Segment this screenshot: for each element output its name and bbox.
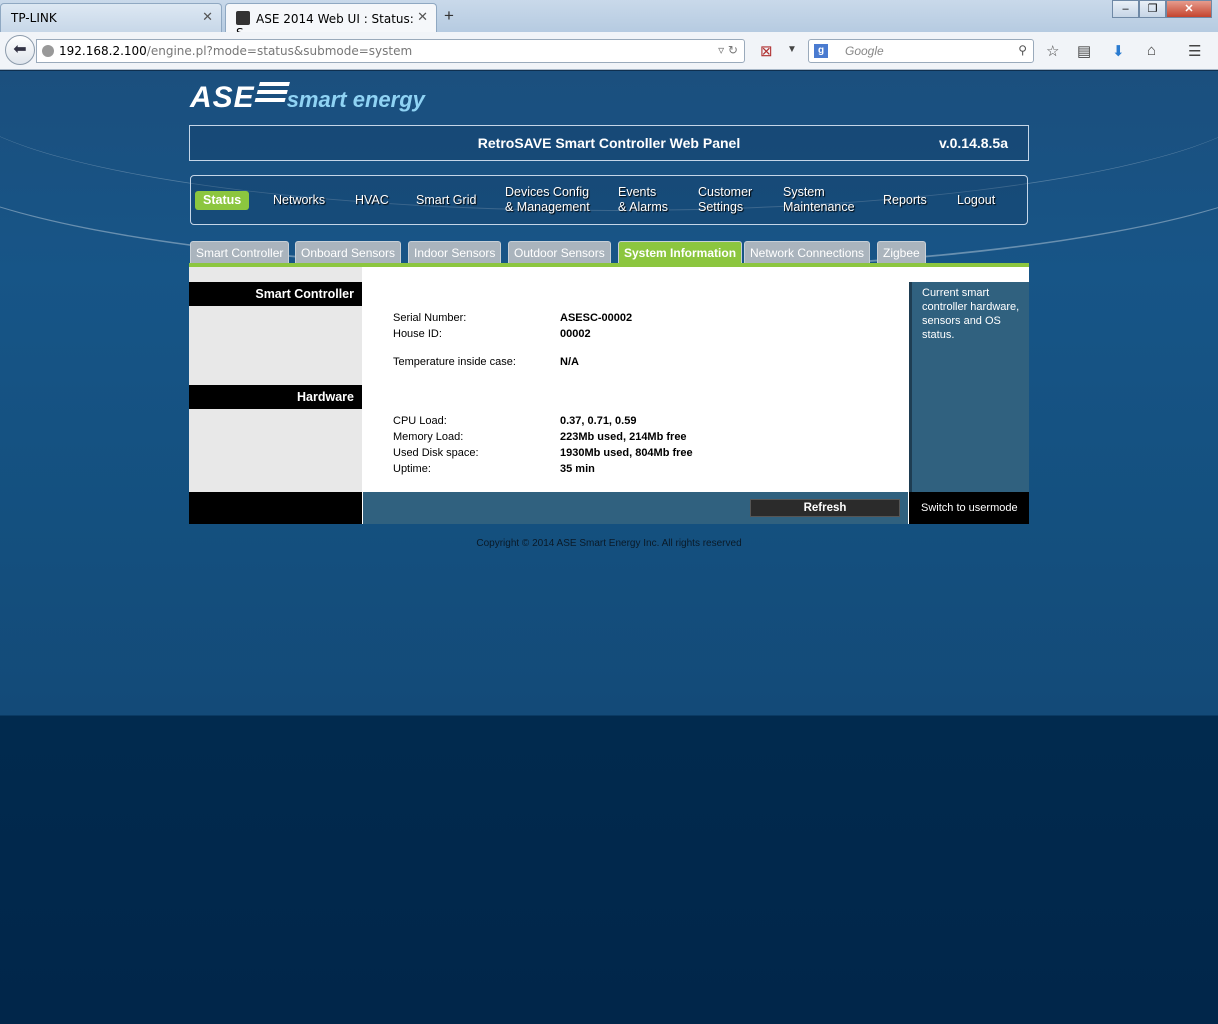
house-label: House ID: (393, 328, 442, 340)
serial-value: ASESC-00002 (560, 312, 633, 324)
close-tab-icon[interactable]: ✕ (417, 10, 428, 25)
logo-ase-text: ASE (190, 81, 255, 114)
nav-label: Events (618, 185, 657, 199)
nav-customer-settings[interactable]: Customer Settings (698, 185, 752, 215)
nav-label: Settings (698, 200, 744, 214)
logo-tagline: smart energy (286, 87, 425, 112)
url-host: 192.168.2.100 (59, 44, 147, 58)
refresh-button[interactable]: Refresh (750, 499, 900, 517)
ase-logo: ASE smart energy (190, 81, 425, 115)
nav-label: HVAC (355, 193, 389, 207)
window-close-icon[interactable]: ✕ (1166, 0, 1212, 18)
copyright-footer: Copyright © 2014 ASE Smart Energy Inc. A… (476, 538, 742, 549)
browser-tab-ase[interactable]: ASE 2014 Web UI : Status: S... ✕ (225, 3, 437, 40)
nav-label: Logout (957, 193, 996, 207)
tab-indoor-sensors[interactable]: Indoor Sensors (408, 241, 502, 263)
nav-label: Maintenance (783, 200, 855, 214)
nav-hvac[interactable]: HVAC (355, 193, 389, 208)
help-text: Current smart controller hardware, senso… (922, 287, 1020, 341)
menu-icon[interactable]: ☰ (1188, 42, 1201, 60)
nav-system-maintenance[interactable]: System Maintenance (783, 185, 855, 215)
logo-bars-icon (253, 82, 290, 104)
tab-network-connections[interactable]: Network Connections (744, 241, 871, 263)
browser-navbar: ⬅ 192.168.2.100/engine.pl?mode=status&su… (0, 32, 1218, 70)
adblock-icon[interactable]: ⊠ (760, 42, 773, 60)
browser-tab-tplink[interactable]: TP-LINK ✕ (0, 3, 222, 32)
nav-reports[interactable]: Reports (883, 193, 927, 208)
bookmark-star-icon[interactable]: ☆ (1046, 42, 1059, 60)
nav-events-alarms[interactable]: Events & Alarms (618, 185, 668, 215)
close-tab-icon[interactable]: ✕ (202, 10, 213, 25)
back-arrow-icon[interactable]: ⬅ (5, 35, 35, 65)
page-background: ASE smart energy RetroSAVE Smart Controll… (0, 71, 1218, 1024)
sidebar-heading-smart-controller[interactable]: Smart Controller (189, 282, 362, 306)
disk-value: 1930Mb used, 804Mb free (560, 447, 693, 459)
memory-value: 223Mb used, 214Mb free (560, 431, 687, 443)
url-path: /engine.pl?mode=status&submode=system (146, 44, 413, 58)
search-placeholder: Google (845, 44, 884, 58)
sidebar-heading-hardware[interactable]: Hardware (189, 385, 362, 409)
window-controls: – ❐ ✕ (1112, 0, 1212, 18)
temperature-label: Temperature inside case: (393, 356, 516, 368)
temperature-value: N/A (560, 356, 579, 368)
tab-onboard-sensors[interactable]: Onboard Sensors (295, 241, 402, 263)
address-bar[interactable]: 192.168.2.100/engine.pl?mode=status&subm… (36, 39, 745, 63)
panel-title: RetroSAVE Smart Controller Web Panel (477, 135, 741, 151)
tab-outdoor-sensors[interactable]: Outdoor Sensors (508, 241, 611, 263)
house-value: 00002 (560, 328, 591, 340)
reload-icon[interactable]: ▿ ↻ (718, 43, 738, 57)
nav-label: Reports (883, 193, 927, 207)
restore-icon[interactable]: ❐ (1139, 0, 1166, 18)
globe-icon (42, 45, 54, 57)
browser-tab-label: TP-LINK (11, 11, 57, 25)
minimize-icon[interactable]: – (1112, 0, 1139, 18)
sidebar-footer (189, 492, 362, 524)
main-nav: Status Networks HVAC Smart Grid Devices … (190, 175, 1028, 225)
nav-label: Customer (698, 185, 753, 199)
nav-label: Status (203, 193, 242, 207)
nav-label: Networks (273, 193, 326, 207)
nav-label: System (783, 185, 825, 199)
nav-smart-grid[interactable]: Smart Grid (416, 193, 476, 208)
content-panel: Smart Controller Hardware Serial Number:… (189, 267, 1029, 524)
system-info: Serial Number: ASESC-00002 House ID: 000… (363, 267, 908, 492)
switch-usermode-link[interactable]: Switch to usermode (909, 492, 1029, 524)
bookmarks-list-icon[interactable]: ▤ (1077, 42, 1091, 60)
nav-label: Smart Grid (416, 193, 477, 207)
search-input[interactable]: g Google ⚲ (808, 39, 1034, 63)
panel-title-bar: RetroSAVE Smart Controller Web Panel v.0… (189, 125, 1029, 161)
google-icon: g (814, 44, 828, 58)
search-icon[interactable]: ⚲ (1018, 43, 1027, 57)
uptime-value: 35 min (560, 463, 595, 475)
tab-system-information[interactable]: System Information (618, 241, 743, 263)
nav-devices-config[interactable]: Devices Config & Management (505, 185, 590, 215)
cpu-value: 0.37, 0.71, 0.59 (560, 415, 637, 427)
browser-tabstrip: TP-LINK ✕ ASE 2014 Web UI : Status: S...… (0, 0, 1218, 40)
page-favicon-icon (236, 11, 250, 25)
nav-status[interactable]: Status (195, 191, 250, 210)
nav-networks[interactable]: Networks (273, 193, 325, 208)
nav-label: & Alarms (618, 200, 669, 214)
version-label: v.0.14.8.5a (938, 135, 1008, 151)
cpu-label: CPU Load: (393, 415, 447, 427)
tab-smart-controller[interactable]: Smart Controller (190, 241, 290, 263)
memory-label: Memory Load: (393, 431, 464, 443)
home-icon[interactable]: ⌂ (1147, 42, 1156, 59)
chevron-down-icon[interactable]: ▼ (787, 44, 797, 55)
sidebar: Smart Controller Hardware (189, 267, 362, 524)
nav-logout[interactable]: Logout (957, 193, 995, 208)
help-panel: Current smart controller hardware, senso… (909, 282, 1029, 492)
nav-label: & Management (505, 200, 590, 214)
download-icon[interactable]: ⬇ (1112, 42, 1125, 60)
serial-label: Serial Number: (393, 312, 467, 324)
nav-label: Devices Config (505, 185, 590, 199)
tab-zigbee[interactable]: Zigbee (877, 241, 926, 263)
action-bar: Refresh (363, 492, 908, 524)
disk-label: Used Disk space: (393, 447, 479, 459)
uptime-label: Uptime: (393, 463, 431, 475)
new-tab-plus-icon[interactable]: + (444, 6, 454, 26)
